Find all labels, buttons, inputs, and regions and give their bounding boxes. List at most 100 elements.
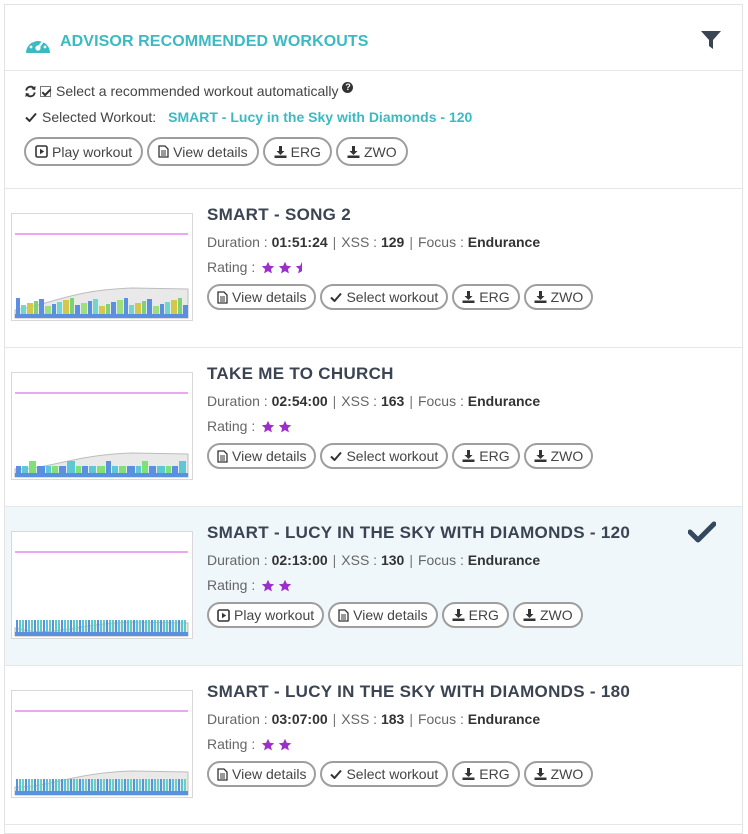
duration-value: 01:51:24 xyxy=(271,234,328,250)
play-workout-button[interactable]: Play workout xyxy=(207,602,325,628)
rating-label: Rating : xyxy=(207,736,256,752)
xss-label: XSS : xyxy=(341,234,378,250)
zwo-label: ZWO xyxy=(550,289,584,305)
workout-actions: View details Select workout ERG ZWO xyxy=(207,284,594,310)
check-icon xyxy=(330,292,343,302)
workout-thumbnail[interactable] xyxy=(11,213,193,321)
zwo-label: ZWO xyxy=(539,607,573,623)
select-workout-button[interactable]: Select workout xyxy=(320,284,449,310)
xss-value: 129 xyxy=(380,234,405,250)
separator: | xyxy=(409,393,413,409)
auto-select-checkbox[interactable] xyxy=(40,85,51,97)
sync-icon xyxy=(25,85,36,97)
star-icon xyxy=(262,261,275,273)
star-icon xyxy=(279,261,292,273)
download-icon xyxy=(347,145,360,158)
erg-label: ERG xyxy=(290,143,321,160)
workout-title[interactable]: SMART - LUCY IN THE SKY WITH DIAMONDS - … xyxy=(207,523,630,543)
erg-download-button[interactable]: ERG xyxy=(452,761,520,787)
workout-thumbnail[interactable] xyxy=(11,531,193,639)
download-icon xyxy=(462,291,475,303)
xss-label: XSS : xyxy=(341,711,378,727)
selected-actions: Play workout View details ERG ZWO xyxy=(24,137,408,166)
zwo-label: ZWO xyxy=(550,448,584,464)
workout-title[interactable]: TAKE ME TO CHURCH xyxy=(207,364,394,384)
play-workout-button[interactable]: Play workout xyxy=(24,137,144,166)
focus-label: Focus : xyxy=(417,552,464,568)
check-icon xyxy=(330,769,343,779)
select-workout-button[interactable]: Select workout xyxy=(320,443,449,469)
separator: | xyxy=(332,393,337,409)
workout-rating: Rating : xyxy=(207,577,292,593)
filter-icon[interactable] xyxy=(700,29,722,51)
erg-label: ERG xyxy=(479,448,510,464)
download-icon xyxy=(523,609,536,621)
workout-actions: View details Select workout ERG ZWO xyxy=(207,443,594,469)
workout-meta: Duration : 03:07:00 | XSS : 183 | Focus : En… xyxy=(207,711,540,727)
download-icon xyxy=(462,768,475,780)
zwo-download-button[interactable]: ZWO xyxy=(335,137,408,166)
zwo-download-button[interactable]: ZWO xyxy=(523,761,594,787)
select-workout-label: Select workout xyxy=(346,766,439,782)
view-details-button[interactable]: View details xyxy=(207,761,317,787)
rating-label: Rating : xyxy=(207,577,256,593)
zwo-label: ZWO xyxy=(363,143,397,160)
selected-check-icon xyxy=(688,521,716,543)
erg-download-button[interactable]: ERG xyxy=(441,602,509,628)
workout-row[interactable]: TAKE ME TO CHURCH Duration : 02:54:00 | XSS… xyxy=(5,348,742,507)
view-details-button[interactable]: View details xyxy=(328,602,438,628)
controls-section: Select a recommended workout automatical… xyxy=(5,71,742,189)
selected-workout-label: Selected Workout: xyxy=(42,109,157,125)
star-icon xyxy=(279,420,292,432)
separator: | xyxy=(332,711,337,727)
focus-label: Focus : xyxy=(417,393,464,409)
download-icon xyxy=(274,145,287,158)
duration-label: Duration : xyxy=(207,393,268,409)
download-icon xyxy=(462,450,475,462)
rating-stars xyxy=(261,579,292,592)
workout-row[interactable]: SMART - LUCY IN THE SKY WITH DIAMONDS - … xyxy=(5,507,742,666)
xss-label: XSS : xyxy=(341,393,378,409)
workout-actions: Play workout View details ERG ZWO xyxy=(207,602,583,628)
half-star-icon xyxy=(296,261,303,273)
view-details-label: View details xyxy=(173,143,248,160)
workout-thumbnail[interactable] xyxy=(11,372,193,480)
workout-title[interactable]: SMART - LUCY IN THE SKY WITH DIAMONDS - … xyxy=(207,682,630,702)
view-details-button[interactable]: View details xyxy=(207,443,317,469)
erg-download-button[interactable]: ERG xyxy=(262,137,332,166)
separator: | xyxy=(409,552,413,568)
separator: | xyxy=(332,552,337,568)
zwo-download-button[interactable]: ZWO xyxy=(523,284,594,310)
selected-workout-row: Selected Workout: SMART - Lucy in the Sk… xyxy=(25,109,472,125)
workout-panel: ADVISOR RECOMMENDED WORKOUTS Select a re… xyxy=(4,4,743,834)
zwo-download-button[interactable]: ZWO xyxy=(512,602,583,628)
duration-label: Duration : xyxy=(207,711,268,727)
auto-select-row: Select a recommended workout automatical… xyxy=(24,81,354,99)
gauge-icon xyxy=(26,37,50,53)
erg-download-button[interactable]: ERG xyxy=(452,443,520,469)
view-details-button[interactable]: View details xyxy=(207,284,317,310)
star-icon xyxy=(279,579,292,591)
workout-meta: Duration : 01:51:24 | XSS : 129 | Focus : En… xyxy=(207,234,540,250)
rating-stars xyxy=(261,420,292,433)
select-workout-button[interactable]: Select workout xyxy=(320,761,449,787)
duration-label: Duration : xyxy=(207,234,268,250)
rating-stars xyxy=(261,261,309,274)
erg-label: ERG xyxy=(479,289,510,305)
help-icon[interactable]: ? xyxy=(342,81,354,93)
view-details-label: View details xyxy=(232,766,307,782)
xss-value: 163 xyxy=(380,393,405,409)
duration-label: Duration : xyxy=(207,552,268,568)
erg-download-button[interactable]: ERG xyxy=(452,284,520,310)
workout-thumbnail[interactable] xyxy=(11,690,193,798)
select-workout-label: Select workout xyxy=(346,448,439,464)
play-workout-label: Play workout xyxy=(234,607,315,623)
view-details-button[interactable]: View details xyxy=(147,137,259,166)
workout-row[interactable]: SMART - LUCY IN THE SKY WITH DIAMONDS - … xyxy=(5,666,742,825)
focus-value: Endurance xyxy=(467,711,541,727)
selected-workout-name[interactable]: SMART - Lucy in the Sky with Diamonds - … xyxy=(168,109,472,125)
zwo-download-button[interactable]: ZWO xyxy=(523,443,594,469)
workout-row[interactable]: SMART - SONG 2 Duration : 01:51:24 | XSS : … xyxy=(5,189,742,348)
star-icon xyxy=(262,738,275,750)
workout-title[interactable]: SMART - SONG 2 xyxy=(207,205,351,225)
